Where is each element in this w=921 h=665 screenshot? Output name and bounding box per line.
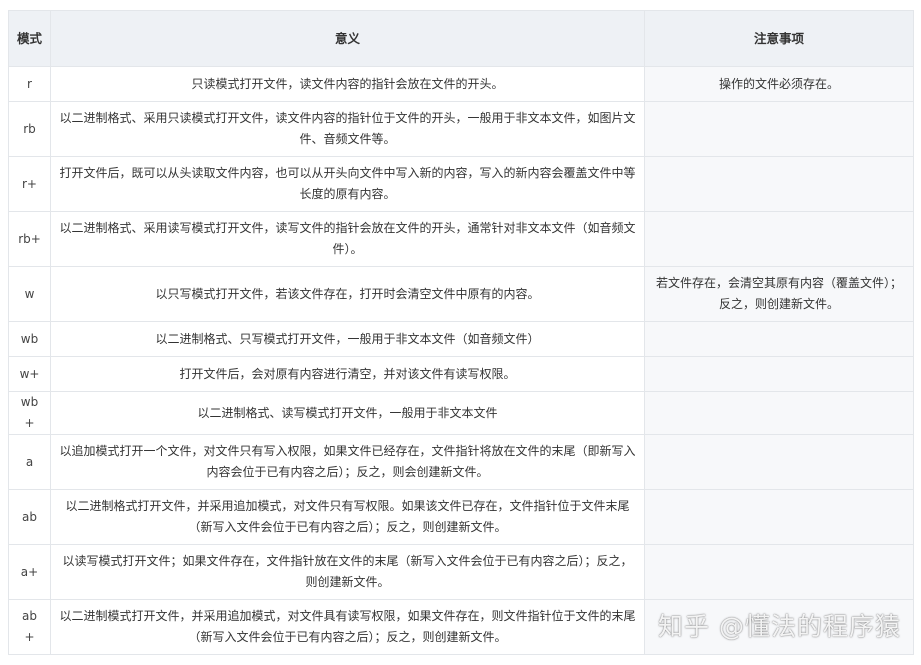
table-row: a 以追加模式打开一个文件，对文件只有写入权限，如果文件已经存在，文件指针将放在…: [8, 434, 914, 490]
mode-cell: w: [8, 266, 51, 322]
header-notes: 注意事项: [644, 10, 914, 67]
meaning-cell: 以只写模式打开文件，若该文件存在，打开时会清空文件中原有的内容。: [50, 266, 645, 322]
notes-cell: [644, 434, 914, 490]
table-row: rb+ 以二进制格式、采用读写模式打开文件，读写文件的指针会放在文件的开头，通常…: [8, 211, 914, 267]
table-row: wb+ 以二进制格式、读写模式打开文件，一般用于非文本文件: [8, 391, 914, 435]
meaning-cell: 打开文件后，既可以从头读取文件内容，也可以从开头向文件中写入新的内容，写入的新内…: [50, 156, 645, 212]
file-mode-table-container: 模式 意义 注意事项 r 只读模式打开文件，读文件内容的指针会放在文件的开头。 …: [8, 10, 914, 655]
table-row: w+ 打开文件后，会对原有内容进行清空，并对该文件有读写权限。: [8, 356, 914, 392]
mode-cell: a: [8, 434, 51, 490]
file-mode-table: 模式 意义 注意事项 r 只读模式打开文件，读文件内容的指针会放在文件的开头。 …: [8, 10, 914, 655]
meaning-cell: 以二进制格式、采用只读模式打开文件，读文件内容的指针位于文件的开头，一般用于非文…: [50, 101, 645, 157]
table-row: rb 以二进制格式、采用只读模式打开文件，读文件内容的指针位于文件的开头，一般用…: [8, 101, 914, 157]
mode-cell: r+: [8, 156, 51, 212]
table-row: wb 以二进制格式、只写模式打开文件，一般用于非文本文件（如音频文件）: [8, 321, 914, 357]
mode-cell: wb+: [8, 391, 51, 435]
notes-cell: [644, 356, 914, 392]
table-row: w 以只写模式打开文件，若该文件存在，打开时会清空文件中原有的内容。 若文件存在…: [8, 266, 914, 322]
table-header: 模式 意义 注意事项: [8, 10, 914, 67]
header-mode: 模式: [8, 10, 51, 67]
mode-cell: w+: [8, 356, 51, 392]
mode-cell: rb: [8, 101, 51, 157]
notes-cell: 若文件存在，会清空其原有内容（覆盖文件）；反之，则创建新文件。: [644, 266, 914, 322]
notes-cell: [644, 321, 914, 357]
notes-cell: [644, 156, 914, 212]
table-row: r+ 打开文件后，既可以从头读取文件内容，也可以从开头向文件中写入新的内容，写入…: [8, 156, 914, 212]
meaning-cell: 以二进制格式、读写模式打开文件，一般用于非文本文件: [50, 391, 645, 435]
mode-cell: a+: [8, 544, 51, 600]
table-row: a+ 以读写模式打开文件；如果文件存在，文件指针放在文件的末尾（新写入文件会位于…: [8, 544, 914, 600]
meaning-cell: 只读模式打开文件，读文件内容的指针会放在文件的开头。: [50, 66, 645, 102]
table-row: ab 以二进制格式打开文件，并采用追加模式，对文件只有写权限。如果该文件已存在，…: [8, 489, 914, 545]
zhihu-watermark: 知乎 @懂法的程序猿: [658, 612, 901, 641]
meaning-cell: 以二进制格式、采用读写模式打开文件，读写文件的指针会放在文件的开头，通常针对非文…: [50, 211, 645, 267]
notes-cell: [644, 391, 914, 435]
meaning-cell: 以二进制格式打开文件，并采用追加模式，对文件只有写权限。如果该文件已存在，文件指…: [50, 489, 645, 545]
notes-cell: [644, 101, 914, 157]
notes-cell: 操作的文件必须存在。: [644, 66, 914, 102]
mode-cell: ab: [8, 489, 51, 545]
meaning-cell: 以二进制模式打开文件，并采用追加模式，对文件具有读写权限，如果文件存在，则文件指…: [50, 599, 645, 655]
mode-cell: ab+: [8, 599, 51, 655]
notes-cell: [644, 489, 914, 545]
mode-cell: r: [8, 66, 51, 102]
meaning-cell: 以读写模式打开文件；如果文件存在，文件指针放在文件的末尾（新写入文件会位于已有内…: [50, 544, 645, 600]
notes-cell: [644, 211, 914, 267]
header-row: 模式 意义 注意事项: [8, 10, 914, 67]
table-body: r 只读模式打开文件，读文件内容的指针会放在文件的开头。 操作的文件必须存在。 …: [8, 66, 914, 655]
mode-cell: wb: [8, 321, 51, 357]
header-meaning: 意义: [50, 10, 645, 67]
meaning-cell: 以二进制格式、只写模式打开文件，一般用于非文本文件（如音频文件）: [50, 321, 645, 357]
mode-cell: rb+: [8, 211, 51, 267]
meaning-cell: 以追加模式打开一个文件，对文件只有写入权限，如果文件已经存在，文件指针将放在文件…: [50, 434, 645, 490]
table-row: r 只读模式打开文件，读文件内容的指针会放在文件的开头。 操作的文件必须存在。: [8, 66, 914, 102]
meaning-cell: 打开文件后，会对原有内容进行清空，并对该文件有读写权限。: [50, 356, 645, 392]
notes-cell: [644, 544, 914, 600]
